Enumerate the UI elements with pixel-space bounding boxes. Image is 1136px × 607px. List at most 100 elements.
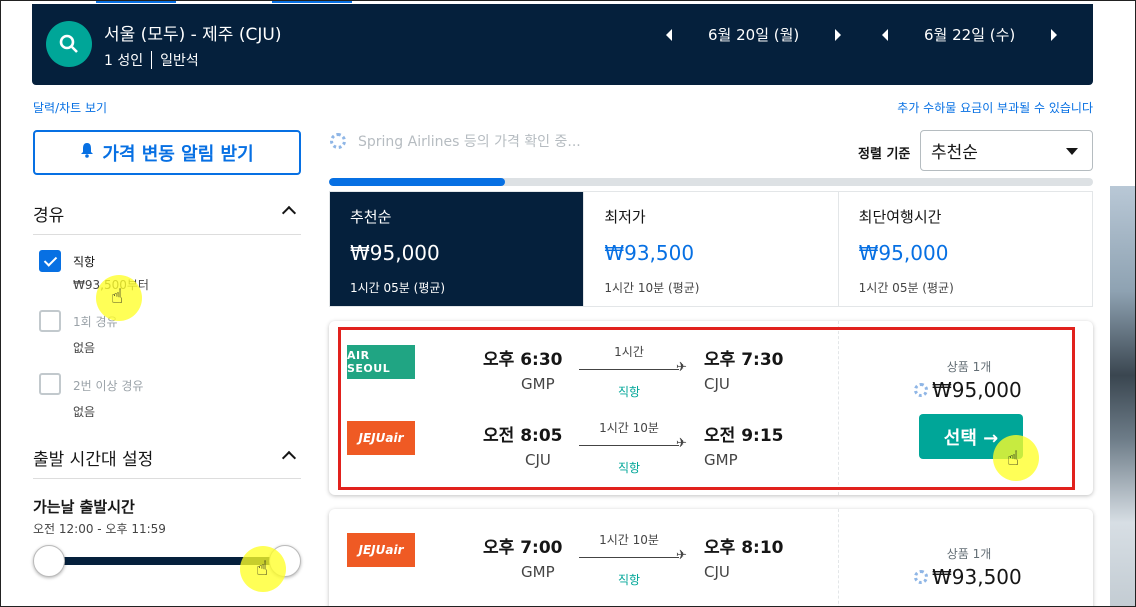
caret-down-icon: [1066, 148, 1078, 155]
airline-logo: JEJUair: [347, 533, 415, 567]
time-slider-min-handle[interactable]: [33, 545, 65, 577]
flight-duration: 1시간: [614, 345, 644, 359]
return-date-nav: 6월 22일 (수): [882, 24, 1058, 45]
departure-time: 오후 7:00: [483, 538, 563, 558]
two-plus-stops-checkbox[interactable]: [39, 373, 61, 395]
plane-icon: ✈: [676, 548, 687, 563]
two-plus-stops-price: 없음: [73, 405, 96, 419]
spinner-icon: [914, 383, 928, 397]
depart-date-nav: 6월 20일 (월): [666, 24, 842, 45]
search-progress-fill: [329, 178, 505, 186]
two-plus-stops-label: 2번 이상 경유: [73, 379, 144, 393]
tab-cheapest[interactable]: 최저가 ₩93,500 1시간 10분 (평균): [584, 192, 839, 306]
plane-icon: ✈: [676, 360, 687, 375]
result-card[interactable]: AIR SEOUL 오후 6:30 GMP 1시간 ✈ 직항 오후 7:30 C…: [329, 321, 1093, 495]
stops-section-title: 경유: [33, 206, 65, 226]
city-photo-ad: [1110, 186, 1136, 607]
calendar-chart-link[interactable]: 달력/차트 보기: [33, 99, 107, 116]
deal-count: 상품 1개: [946, 360, 992, 374]
route-title: 서울 (모두) - 제주 (CJU): [104, 25, 282, 45]
arrival-time: 오후 7:30: [704, 350, 784, 370]
spinner-icon: [330, 133, 346, 149]
stops-info: 직항: [617, 573, 641, 587]
flight-line: [579, 445, 679, 446]
tab-best[interactable]: 추천순 ₩95,000 1시간 05분 (평균): [330, 192, 585, 306]
hand-cursor-icon: ☝: [256, 556, 269, 580]
sort-label: 정렬 기준: [858, 147, 911, 162]
tab-duration: 1시간 10분 (평균): [604, 281, 700, 295]
outbound-time-title: 가는날 출발시간: [33, 498, 135, 516]
price-value: ₩93,500: [932, 565, 1022, 589]
arrival-airport: CJU: [704, 563, 730, 581]
hand-cursor-icon: ☝: [111, 284, 124, 308]
departure-time-section-title: 출발 시간대 설정: [33, 450, 154, 470]
tab-duration: 1시간 05분 (평균): [858, 281, 954, 295]
arrival-airport: GMP: [704, 451, 738, 469]
departure-airport: GMP: [521, 375, 555, 393]
depart-date[interactable]: 6월 20일 (월): [708, 24, 799, 45]
result-card[interactable]: JEJUair 오후 7:00 GMP 1시간 10분 ✈ 직항 오후 8:10…: [329, 509, 1093, 607]
chevron-up-icon[interactable]: [281, 450, 297, 466]
tab-price: ₩93,500: [604, 241, 695, 265]
card-divider: [838, 321, 839, 495]
depart-next-icon[interactable]: [835, 28, 842, 41]
flight-duration: 1시간 10분: [599, 421, 659, 435]
departure-airport: GMP: [521, 563, 555, 581]
tab-fastest[interactable]: 최단여행시간 ₩95,000 1시간 05분 (평균): [839, 192, 1092, 306]
return-prev-icon[interactable]: [882, 28, 888, 41]
tab-price: ₩95,000: [858, 241, 949, 265]
one-stop-checkbox[interactable]: [39, 310, 61, 332]
cabin-class: 일반석: [160, 53, 199, 69]
direct-label: 직항: [73, 255, 96, 269]
tab-name: 최단여행시간: [858, 208, 942, 226]
flight-line: [579, 557, 679, 558]
sort-tabs: 추천순 ₩95,000 1시간 05분 (평균) 최저가 ₩93,500 1시간…: [329, 191, 1093, 307]
departure-time: 오후 6:30: [483, 350, 563, 370]
return-next-icon[interactable]: [1051, 28, 1058, 41]
plane-icon: ✈: [676, 436, 687, 451]
result-price: ₩95,000: [914, 378, 1022, 402]
airline-logo: JEJUair: [347, 421, 415, 455]
price-alert-label: 가격 변동 알림 받기: [102, 143, 254, 165]
deal-count: 상품 1개: [946, 547, 992, 561]
chevron-up-icon[interactable]: [281, 205, 297, 221]
price-value: ₩95,000: [932, 378, 1022, 402]
return-date[interactable]: 6월 22일 (수): [924, 24, 1015, 45]
sort-value: 추천순: [931, 143, 978, 163]
price-alert-button[interactable]: 가격 변동 알림 받기: [33, 130, 301, 175]
tab-price: ₩95,000: [350, 241, 440, 265]
one-stop-price: 없음: [73, 341, 96, 355]
search-icon[interactable]: [46, 21, 92, 67]
passenger-cabin-info: 1 성인 일반석: [104, 50, 199, 70]
tab-duration: 1시간 05분 (평균): [350, 281, 446, 295]
result-price: ₩93,500: [914, 565, 1022, 589]
bell-icon: [80, 142, 94, 163]
departure-airport: CJU: [525, 451, 551, 469]
search-summary-header[interactable]: 서울 (모두) - 제주 (CJU) 1 성인 일반석 6월 20일 (월) 6…: [32, 4, 1093, 85]
airline-logo: AIR SEOUL: [347, 345, 415, 379]
spinner-icon: [914, 570, 928, 584]
departure-time: 오전 8:05: [483, 426, 563, 446]
stops-info: 직항: [617, 461, 641, 475]
hand-cursor-icon: ☝: [1007, 446, 1020, 470]
baggage-fee-link[interactable]: 추가 수하물 요금이 부과될 수 있습니다: [897, 99, 1093, 116]
flight-duration: 1시간 10분: [599, 533, 659, 547]
loading-status: Spring Airlines 등의 가격 확인 중...: [330, 131, 581, 151]
stops-info: 직항: [617, 385, 641, 399]
arrival-time: 오후 8:10: [704, 538, 784, 558]
loading-text: Spring Airlines 등의 가격 확인 중...: [358, 134, 581, 150]
flight-line: [579, 369, 679, 370]
divider: [33, 478, 301, 479]
tab-name: 최저가: [604, 208, 646, 226]
arrival-time: 오전 9:15: [704, 426, 784, 446]
sort-select[interactable]: 추천순: [920, 130, 1093, 171]
divider: [33, 234, 301, 235]
arrival-airport: CJU: [704, 375, 730, 393]
card-divider: [838, 509, 839, 607]
search-progress-bar: [329, 178, 1093, 186]
tab-name: 추천순: [350, 208, 392, 226]
outbound-time-range: 오전 12:00 - 오후 11:59: [33, 522, 166, 536]
depart-prev-icon[interactable]: [666, 28, 672, 41]
passenger-count: 1 성인: [104, 53, 144, 69]
direct-checkbox[interactable]: [39, 250, 61, 272]
